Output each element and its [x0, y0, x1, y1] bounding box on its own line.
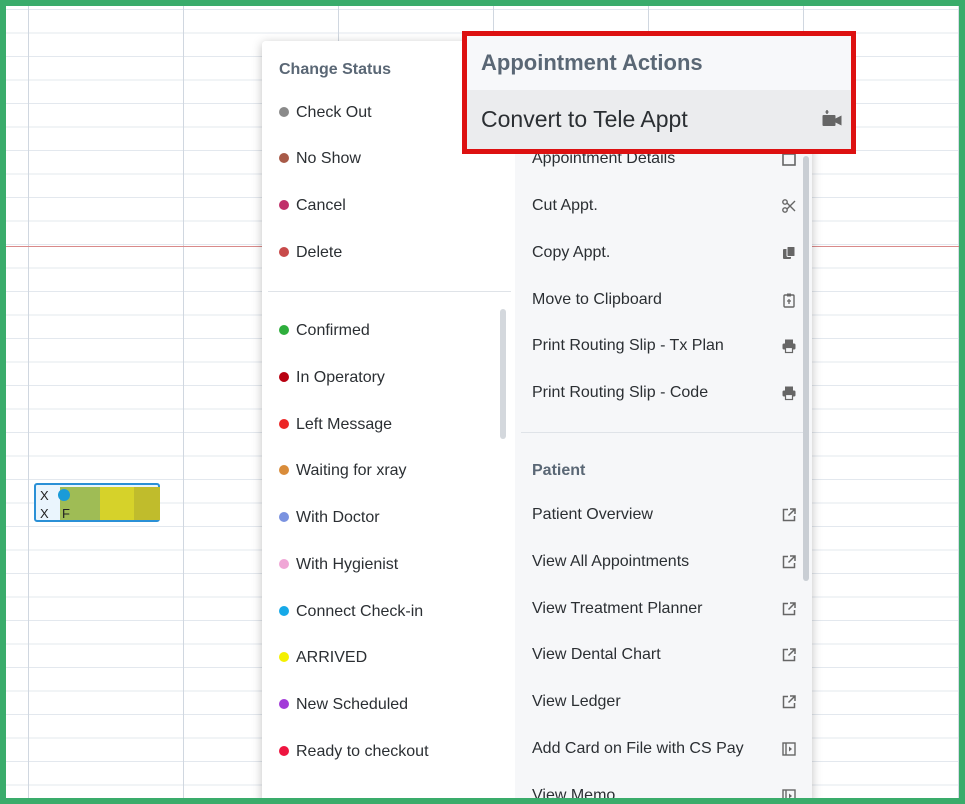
divider: [521, 432, 804, 433]
redacted-patient-info: [134, 487, 160, 520]
clipboard-icon: [783, 293, 795, 308]
status-dot: [279, 107, 289, 117]
status-dot: [279, 153, 289, 163]
copy-icon: [783, 246, 796, 259]
actions-scrollbar[interactable]: [803, 156, 809, 581]
menu-item-view-treatment-planner[interactable]: View Treatment Planner: [532, 598, 797, 620]
status-item-delete[interactable]: Delete: [279, 242, 342, 264]
appointment-actions-column: Appointment Details Cut Appt. Copy Appt.…: [515, 41, 812, 804]
external-link-icon: [782, 602, 796, 616]
status-item-confirmed[interactable]: Confirmed: [279, 320, 370, 342]
grid-column-line: [28, 6, 29, 798]
status-item-in-operatory[interactable]: In Operatory: [279, 367, 385, 389]
external-link-icon: [782, 555, 796, 569]
status-dot: [279, 419, 289, 429]
menu-item-move-to-clipboard[interactable]: Move to Clipboard: [532, 289, 797, 311]
panel-open-icon: [782, 789, 796, 803]
menu-item-copy-appt[interactable]: Copy Appt.: [532, 242, 797, 264]
appointment-block[interactable]: X X F: [34, 483, 160, 522]
menu-item-view-all-appointments[interactable]: View All Appointments: [532, 551, 797, 573]
appointment-actions-header: Appointment Actions: [467, 36, 851, 90]
panel-open-icon: [782, 742, 796, 756]
change-status-column: Change Status Check Out No Show Cancel D…: [262, 41, 515, 804]
status-dot: [279, 372, 289, 382]
status-item-with-hygienist[interactable]: With Hygienist: [279, 554, 398, 576]
external-link-icon: [782, 648, 796, 662]
menu-item-view-memo[interactable]: View Memo: [532, 785, 797, 804]
status-item-check-out[interactable]: Check Out: [279, 102, 372, 124]
convert-to-tele-appt-button[interactable]: Convert to Tele Appt: [467, 90, 851, 149]
menu-item-patient-overview[interactable]: Patient Overview: [532, 504, 797, 526]
status-item-connect-check-in[interactable]: Connect Check-in: [279, 601, 423, 623]
status-dot: [279, 325, 289, 335]
status-dot: [58, 489, 70, 501]
change-status-header: Change Status: [279, 61, 392, 78]
menu-item-view-dental-chart[interactable]: View Dental Chart: [532, 644, 797, 666]
redacted-patient-info: [100, 487, 134, 520]
scissors-icon: [782, 199, 796, 213]
external-link-icon: [782, 695, 796, 709]
status-item-new-scheduled[interactable]: New Scheduled: [279, 694, 408, 716]
menu-item-print-routing-code[interactable]: Print Routing Slip - Code: [532, 382, 797, 404]
status-item-with-doctor[interactable]: With Doctor: [279, 507, 380, 529]
appointment-flag: X: [40, 506, 49, 521]
appointment-flag: X: [40, 488, 49, 503]
appointment-actions-highlight: Appointment Actions Convert to Tele Appt: [462, 31, 856, 154]
status-dot: [279, 652, 289, 662]
status-item-left-message[interactable]: Left Message: [279, 414, 392, 436]
menu-item-view-ledger[interactable]: View Ledger: [532, 691, 797, 713]
menu-item-print-routing-tx-plan[interactable]: Print Routing Slip - Tx Plan: [532, 335, 797, 357]
appointment-patient-initial: F: [62, 506, 70, 521]
status-item-cancel[interactable]: Cancel: [279, 195, 346, 217]
status-dot: [279, 559, 289, 569]
status-dot: [279, 247, 289, 257]
status-dot: [279, 699, 289, 709]
printer-icon: [782, 339, 796, 354]
menu-item-add-card-on-file[interactable]: Add Card on File with CS Pay: [532, 738, 797, 760]
status-dot: [279, 465, 289, 475]
video-camera-icon: [822, 110, 842, 126]
status-dot: [279, 606, 289, 616]
status-dot: [279, 746, 289, 756]
printer-icon: [782, 386, 796, 401]
status-item-arrived[interactable]: ARRIVED: [279, 647, 367, 669]
appointment-context-menu: Change Status Check Out No Show Cancel D…: [262, 41, 812, 804]
status-dot: [279, 200, 289, 210]
status-scrollbar[interactable]: [500, 309, 506, 439]
menu-item-cut-appt[interactable]: Cut Appt.: [532, 195, 797, 217]
grid-column-line: [183, 6, 184, 798]
external-link-icon: [782, 508, 796, 522]
divider: [268, 291, 511, 292]
side-panel-tab[interactable]: [0, 195, 6, 300]
status-dot: [279, 512, 289, 522]
status-item-waiting-for-xray[interactable]: Waiting for xray: [279, 460, 407, 482]
status-item-no-show[interactable]: No Show: [279, 148, 361, 170]
status-item-ready-to-checkout[interactable]: Ready to checkout: [279, 741, 429, 763]
patient-section-header: Patient: [532, 462, 586, 479]
